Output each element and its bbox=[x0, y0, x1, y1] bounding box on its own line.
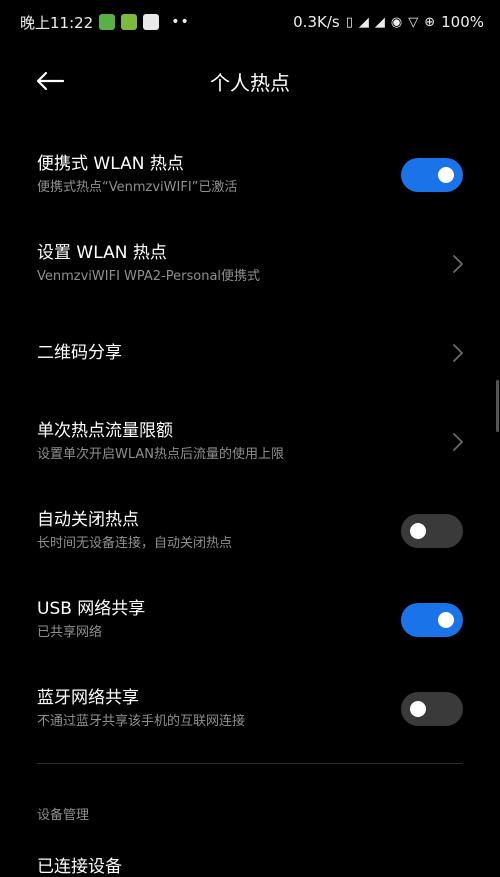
toggle-knob bbox=[438, 166, 454, 183]
setting-row-qr-share[interactable]: 二维码分享 bbox=[0, 308, 500, 397]
setting-description: VenmzviWIFI WPA2-Personal便携式 bbox=[37, 268, 261, 284]
setting-row-connected-devices[interactable]: 已连接设备 bbox=[37, 852, 122, 877]
android-app-icon bbox=[121, 14, 138, 30]
setting-row-usb-tethering[interactable]: USB 网络共享 已共享网络 bbox=[0, 575, 500, 664]
hotspot-icon: ◉ bbox=[390, 14, 403, 30]
setting-label: 蓝牙网络共享 bbox=[37, 687, 139, 708]
setting-label: 便携式 WLAN 热点 bbox=[37, 153, 184, 174]
chevron-right-icon bbox=[453, 432, 463, 451]
status-time: 晚上11:22 bbox=[20, 13, 94, 32]
chevron-right-icon bbox=[453, 343, 463, 362]
check-app-icon bbox=[143, 14, 160, 30]
section-divider bbox=[37, 763, 463, 764]
setting-description: 长时间无设备连接，自动关闭热点 bbox=[37, 535, 233, 551]
setting-description: 已共享网络 bbox=[37, 624, 103, 640]
wlan-hotspot-toggle[interactable] bbox=[401, 157, 463, 192]
data-saver-icon: ⊕ bbox=[424, 14, 436, 30]
setting-description: 设置单次开启WLAN热点后流量的使用上限 bbox=[37, 446, 285, 462]
wechat-like-icon bbox=[99, 14, 116, 30]
battery-level: 100% bbox=[441, 13, 484, 31]
setting-label: 单次热点流量限额 bbox=[37, 420, 173, 441]
signal-icon: ◢ bbox=[374, 14, 385, 30]
more-notifications-icon: •• bbox=[171, 14, 190, 30]
toggle-knob bbox=[410, 522, 426, 539]
setting-row-wlan-hotspot[interactable]: 便携式 WLAN 热点 便携式热点“VenmzviWIFI”已激活 bbox=[0, 130, 500, 219]
back-arrow-icon bbox=[36, 71, 65, 91]
toggle-knob bbox=[438, 611, 454, 628]
setting-row-auto-off[interactable]: 自动关闭热点 长时间无设备连接，自动关闭热点 bbox=[0, 486, 500, 575]
setting-row-data-limit[interactable]: 单次热点流量限额 设置单次开启WLAN热点后流量的使用上限 bbox=[0, 397, 500, 486]
auto-off-toggle[interactable] bbox=[401, 513, 463, 548]
setting-label: 自动关闭热点 bbox=[37, 509, 139, 530]
back-button[interactable] bbox=[30, 65, 70, 97]
signal-icon: ◢ bbox=[358, 14, 369, 30]
wifi-icon: ▽ bbox=[408, 14, 419, 30]
toggle-knob bbox=[410, 700, 426, 717]
setting-description: 不通过蓝牙共享该手机的互联网连接 bbox=[37, 713, 246, 729]
setting-row-bluetooth-tethering[interactable]: 蓝牙网络共享 不通过蓝牙共享该手机的互联网连接 bbox=[0, 664, 500, 753]
header: 个人热点 bbox=[0, 55, 500, 107]
section-header-device-management: 设备管理 bbox=[37, 808, 90, 823]
setting-description: 便携式热点“VenmzviWIFI”已激活 bbox=[37, 179, 238, 195]
vibrate-icon: ▯ bbox=[345, 14, 353, 30]
setting-label: 二维码分享 bbox=[37, 342, 122, 363]
settings-list: 便携式 WLAN 热点 便携式热点“VenmzviWIFI”已激活 设置 WLA… bbox=[0, 130, 500, 753]
setting-row-configure-hotspot[interactable]: 设置 WLAN 热点 VenmzviWIFI WPA2-Personal便携式 bbox=[0, 219, 500, 308]
setting-label: USB 网络共享 bbox=[37, 598, 146, 619]
page-title: 个人热点 bbox=[210, 70, 290, 95]
usb-tethering-toggle[interactable] bbox=[401, 602, 463, 637]
setting-label: 设置 WLAN 热点 bbox=[37, 242, 167, 263]
status-bar: 晚上11:22 •• 0.3K/s ▯ ◢ ◢ ◉ ▽ ⊕ 100% bbox=[0, 0, 500, 44]
bluetooth-tethering-toggle[interactable] bbox=[401, 691, 463, 726]
chevron-right-icon bbox=[453, 254, 463, 273]
net-speed: 0.3K/s bbox=[293, 13, 340, 31]
scrollbar-thumb[interactable] bbox=[496, 380, 499, 432]
